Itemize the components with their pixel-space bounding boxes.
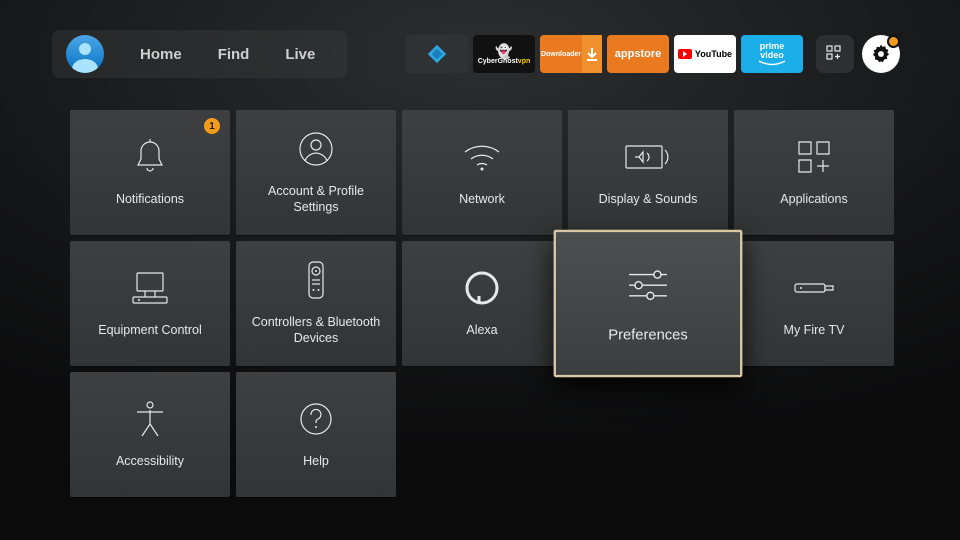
app-downloader[interactable]: Downloader [540,35,602,73]
wifi-icon [402,128,562,186]
nav-live[interactable]: Live [285,46,315,63]
tile-label: Applications [770,186,857,218]
tile-accessibility[interactable]: Accessibility [70,372,230,497]
tile-label: Notifications [106,186,194,218]
top-right-cluster [816,35,900,73]
bell-icon [70,128,230,186]
tile-label: Controllers & Bluetooth Devices [236,309,396,356]
tile-preferences[interactable]: Preferences [554,230,743,378]
tile-label: Help [293,448,339,480]
tile-label: Alexa [456,317,507,349]
nav-find[interactable]: Find [218,46,250,63]
ghost-icon: 👻 [495,44,512,58]
sliders-icon [554,251,743,319]
tile-label: My Fire TV [774,317,855,349]
settings-screen: Home Find Live 👻 CyberGhostvpn Downloade… [0,0,960,540]
tile-account[interactable]: Account & Profile Settings [236,110,396,235]
settings-grid: 1 Notifications Account & Profile Settin… [70,110,894,497]
kodi-icon [426,43,448,65]
tile-label: Network [449,186,515,218]
app-cyberghost[interactable]: 👻 CyberGhostvpn [473,35,535,73]
youtube-play-icon [678,49,692,59]
download-arrow-icon [582,35,602,73]
apps-grid-plus-icon [825,44,845,64]
tile-label: Accessibility [106,448,194,480]
tile-alexa[interactable]: Alexa [402,241,562,366]
tile-label: Equipment Control [88,317,212,349]
settings-notification-dot [887,35,900,48]
tile-help[interactable]: Help [236,372,396,497]
video-label: video [760,51,784,60]
app-shortcut-row: 👻 CyberGhostvpn Downloader appstore YouT… [406,35,900,73]
downloader-label: Downloader [540,35,582,73]
equipment-icon [70,259,230,317]
settings-gear-button[interactable] [862,35,900,73]
user-circle-icon [236,120,396,178]
tile-label: Account & Profile Settings [236,178,396,225]
tile-network[interactable]: Network [402,110,562,235]
app-kodi[interactable] [406,35,468,73]
youtube-label: YouTube [695,49,732,59]
app-appstore[interactable]: appstore [607,35,669,73]
nav-home[interactable]: Home [140,46,182,63]
remote-icon [236,251,396,309]
tile-display-sounds[interactable]: Display & Sounds [568,110,728,235]
nav-cluster: Home Find Live [52,30,347,78]
tile-equipment-control[interactable]: Equipment Control [70,241,230,366]
app-youtube[interactable]: YouTube [674,35,736,73]
tile-controllers[interactable]: Controllers & Bluetooth Devices [236,241,396,366]
tile-notifications[interactable]: 1 Notifications [70,110,230,235]
notifications-badge: 1 [204,118,220,134]
alexa-icon [402,259,562,317]
profile-avatar[interactable] [66,35,104,73]
prime-smile-icon [758,60,786,66]
all-apps-button[interactable] [816,35,854,73]
cyberghost-label: CyberGhostvpn [478,58,531,65]
help-icon [236,390,396,448]
tile-label: Preferences [596,319,699,356]
firetv-stick-icon [734,259,894,317]
app-prime-video[interactable]: prime video [741,35,803,73]
accessibility-icon [70,390,230,448]
tile-my-fire-tv[interactable]: My Fire TV [734,241,894,366]
display-sound-icon [568,128,728,186]
tile-label: Display & Sounds [589,186,708,218]
tile-applications[interactable]: Applications [734,110,894,235]
top-bar: Home Find Live 👻 CyberGhostvpn Downloade… [52,30,900,78]
apps-plus-icon [734,128,894,186]
